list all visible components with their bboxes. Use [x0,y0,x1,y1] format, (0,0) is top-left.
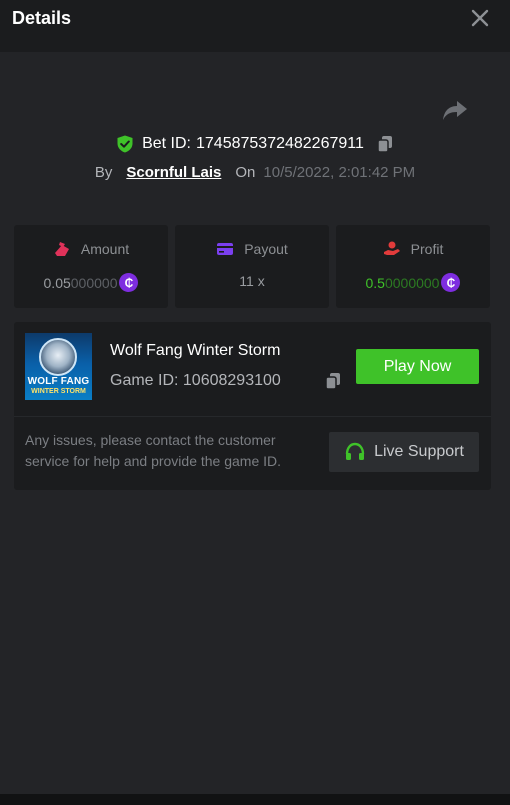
card-icon [217,243,234,255]
payout-value: 11 x [239,273,265,289]
share-icon[interactable] [442,98,468,122]
headset-icon [345,442,365,460]
play-now-button[interactable]: Play Now [356,349,479,384]
wolf-image [39,338,77,376]
hand-coin-icon [383,241,400,255]
bet-id-value: 1745875372482267911 [196,135,364,152]
game-id: Game ID: 10608293100 [110,372,281,389]
live-support-button[interactable]: Live Support [329,432,479,472]
money-bag-icon [54,242,69,256]
issue-text: Any issues, please contact the customer … [25,432,282,469]
bottom-bar [0,794,510,805]
thumbnail-title: WOLF FANG [27,376,90,387]
header: Details [0,0,510,52]
stats-row: Amount 0.05000000 ₵ Payout 11 x Profit [14,225,491,308]
divider [14,416,491,417]
live-support-label: Live Support [374,443,464,460]
bet-meta-row: By Scornful Lais On 10/5/2022, 2:01:42 P… [0,160,510,184]
coin-icon: ₵ [441,273,461,292]
page-title: Details [12,8,72,28]
profit-label: Profit [410,241,444,257]
thumbnail-subtitle: WINTER STORM [31,388,86,395]
amount-label: Amount [80,241,130,257]
copy-icon[interactable] [324,372,342,390]
by-label: By [94,163,113,181]
profit-value-main: 0.5 [365,274,385,291]
payout-card: Payout 11 x [175,225,329,308]
payout-label: Payout [244,241,288,257]
bet-id-row: Bet ID: 1745875372482267911 [0,131,510,157]
amount-card: Amount 0.05 000000 ₵ [14,225,168,308]
copy-icon[interactable] [376,135,394,153]
user-link[interactable]: Scornful Lais [126,164,221,181]
game-thumbnail[interactable]: WOLF FANG WINTER STORM [25,333,92,400]
bet-id-label: Bet ID: [142,135,191,152]
profit-value-rest: 0000000 [384,274,440,291]
amount-value-main: 0.05 [43,274,71,291]
profit-card: Profit 0.5 0000000 ₵ [336,225,490,308]
game-name: Wolf Fang Winter Storm [110,342,281,359]
on-label: On [235,163,256,181]
bet-date: 10/5/2022, 2:01:42 PM [263,163,416,181]
verified-shield-icon [117,135,133,153]
game-card: WOLF FANG WINTER STORM Wolf Fang Winter … [14,322,491,490]
amount-value-rest: 000000 [70,274,118,291]
close-icon[interactable] [468,6,492,30]
coin-icon: ₵ [119,273,139,292]
